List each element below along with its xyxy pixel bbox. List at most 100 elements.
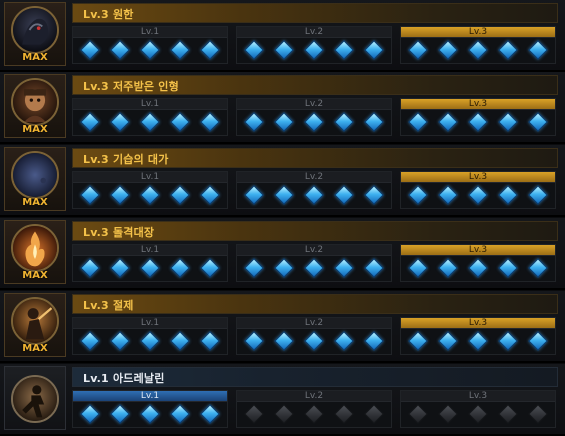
gem-slots — [244, 258, 384, 278]
gem-icon — [438, 40, 458, 60]
gem-icon — [110, 404, 130, 424]
skill-level-panel: MAX Lv.3 원한 Lv.1 Lv.2 Lv.3 MAX Lv.3 저주받은… — [0, 0, 565, 436]
max-badge: MAX — [22, 52, 48, 63]
level-box-lv1[interactable]: Lv.1 — [72, 317, 228, 355]
skill-row[interactable]: MAX Lv.3 기습의 대가 Lv.1 Lv.2 Lv.3 — [0, 145, 565, 217]
gem-icon — [408, 112, 428, 132]
skill-row[interactable]: MAX Lv.3 원한 Lv.1 Lv.2 Lv.3 — [0, 0, 565, 72]
level-label: Lv.2 — [237, 99, 391, 110]
max-badge: MAX — [22, 197, 48, 208]
skill-row[interactable]: MAX Lv.3 저주받은 인형 Lv.1 Lv.2 Lv.3 — [0, 72, 565, 144]
gem-icon — [110, 258, 130, 278]
gem-icon — [170, 40, 190, 60]
level-box-lv2[interactable]: Lv.2 — [236, 390, 392, 428]
level-box-lv1[interactable]: Lv.1 — [72, 171, 228, 209]
gem-slots — [80, 404, 220, 424]
gem-icon — [304, 185, 324, 205]
level-box-lv2[interactable]: Lv.2 — [236, 98, 392, 136]
empty-gem-icon — [498, 404, 518, 424]
gem-icon — [170, 258, 190, 278]
skill-title: Lv.1 아드레날린 — [83, 372, 165, 385]
gem-icon — [244, 40, 264, 60]
gem-icon — [244, 112, 264, 132]
skill-title-bar: Lv.3 돌격대장 — [72, 221, 558, 241]
shadow-beast-icon — [11, 6, 59, 54]
gem-icon — [140, 404, 160, 424]
gem-icon — [498, 258, 518, 278]
level-box-lv2[interactable]: Lv.2 — [236, 26, 392, 64]
gem-icon — [274, 258, 294, 278]
level-box-lv2[interactable]: Lv.2 — [236, 317, 392, 355]
skill-portrait-frame[interactable]: MAX — [4, 74, 66, 138]
level-box-lv1[interactable]: Lv.1 — [72, 244, 228, 282]
level-box-lv1[interactable]: Lv.1 — [72, 26, 228, 64]
level-box-lv1[interactable]: Lv.1 — [72, 390, 228, 428]
empty-gem-icon — [244, 404, 264, 424]
gem-icon — [364, 331, 384, 351]
gem-icon — [80, 185, 100, 205]
empty-gem-icon — [528, 404, 548, 424]
level-label: Lv.2 — [237, 27, 391, 38]
gem-icon — [80, 40, 100, 60]
skill-title-bar: Lv.3 저주받은 인형 — [72, 75, 558, 95]
gem-icon — [528, 185, 548, 205]
gem-slots — [80, 112, 220, 132]
gem-slots — [408, 112, 548, 132]
level-label: Lv.2 — [237, 318, 391, 329]
gem-icon — [408, 258, 428, 278]
level-box-lv1[interactable]: Lv.1 — [72, 98, 228, 136]
empty-gem-icon — [468, 404, 488, 424]
gem-icon — [498, 185, 518, 205]
gem-icon — [408, 40, 428, 60]
level-box-lv3[interactable]: Lv.3 — [400, 98, 556, 136]
gem-slots — [408, 258, 548, 278]
skill-row[interactable]: Lv.1 아드레날린 Lv.1 Lv.2 Lv.3 — [0, 364, 565, 436]
gem-icon — [304, 331, 324, 351]
level-box-lv3[interactable]: Lv.3 — [400, 26, 556, 64]
gem-icon — [438, 258, 458, 278]
skill-row[interactable]: MAX Lv.3 돌격대장 Lv.1 Lv.2 Lv.3 — [0, 218, 565, 290]
cursed-doll-icon — [11, 78, 59, 126]
skill-portrait-frame[interactable]: MAX — [4, 293, 66, 357]
gem-icon — [438, 185, 458, 205]
flame-charge-icon — [11, 224, 59, 272]
gem-icon — [408, 185, 428, 205]
gem-icon — [528, 331, 548, 351]
level-box-lv2[interactable]: Lv.2 — [236, 171, 392, 209]
skill-portrait-frame[interactable]: MAX — [4, 2, 66, 66]
level-label: Lv.1 — [73, 99, 227, 110]
gem-icon — [80, 331, 100, 351]
gem-icon — [408, 331, 428, 351]
level-label: Lv.1 — [73, 172, 227, 183]
gem-icon — [140, 112, 160, 132]
level-box-lv3[interactable]: Lv.3 — [400, 390, 556, 428]
gem-icon — [274, 331, 294, 351]
gem-icon — [528, 258, 548, 278]
level-box-lv2[interactable]: Lv.2 — [236, 244, 392, 282]
skill-portrait-frame[interactable]: MAX — [4, 147, 66, 211]
skill-portrait-frame[interactable] — [4, 366, 66, 430]
gem-icon — [200, 404, 220, 424]
gem-icon — [140, 185, 160, 205]
level-box-lv3[interactable]: Lv.3 — [400, 244, 556, 282]
level-box-lv3[interactable]: Lv.3 — [400, 317, 556, 355]
gem-icon — [364, 112, 384, 132]
gem-icon — [80, 112, 100, 132]
gem-icon — [170, 404, 190, 424]
gem-icon — [334, 185, 354, 205]
skill-title-bar: Lv.3 원한 — [72, 3, 558, 23]
level-box-lv3[interactable]: Lv.3 — [400, 171, 556, 209]
gem-icon — [304, 258, 324, 278]
gem-icon — [274, 40, 294, 60]
gem-icon — [334, 331, 354, 351]
gem-icon — [274, 112, 294, 132]
gem-slots — [408, 331, 548, 351]
gem-slots — [244, 331, 384, 351]
skill-row[interactable]: MAX Lv.3 절제 Lv.1 Lv.2 Lv.3 — [0, 291, 565, 363]
skill-portrait-frame[interactable]: MAX — [4, 220, 66, 284]
gem-icon — [200, 331, 220, 351]
gem-icon — [170, 112, 190, 132]
gem-slots — [80, 331, 220, 351]
gem-icon — [244, 331, 264, 351]
gem-icon — [364, 40, 384, 60]
